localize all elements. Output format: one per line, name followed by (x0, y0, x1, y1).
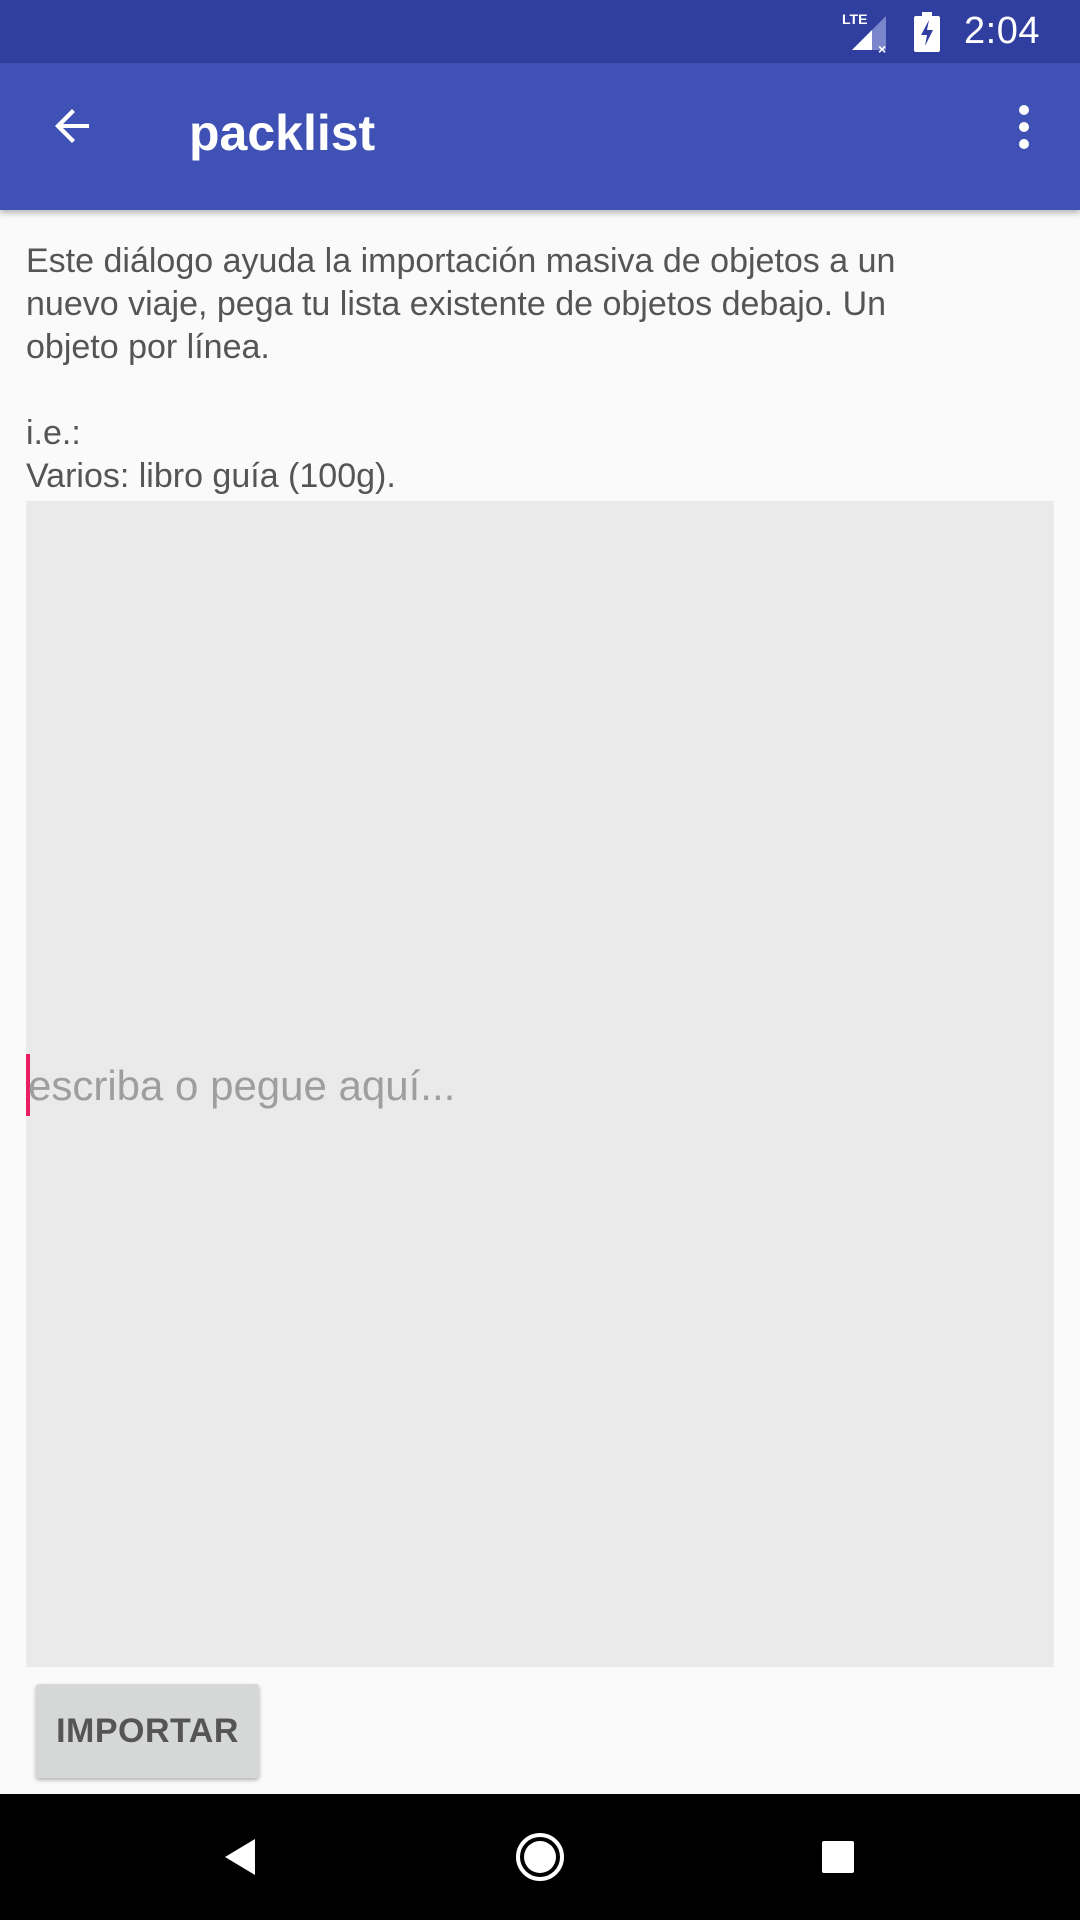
import-instructions: Este diálogo ayuda la importación masiva… (26, 242, 896, 495)
import-text-area[interactable]: escriba o pegue aquí... (26, 501, 1054, 1667)
nav-recents-icon[interactable] (802, 1821, 874, 1893)
app-title: packlist (189, 105, 376, 161)
more-vert-icon[interactable] (984, 87, 1064, 167)
status-bar: LTE × 2:04 (0, 0, 1080, 63)
back-arrow-icon[interactable] (40, 93, 106, 159)
app-bar: packlist (0, 63, 1080, 210)
nav-back-icon[interactable] (205, 1821, 277, 1893)
input-placeholder: escriba o pegue aquí... (28, 1062, 456, 1109)
clock-time: 2:04 (964, 10, 1040, 52)
nav-home-icon[interactable] (504, 1821, 576, 1893)
network-type-label: LTE (842, 11, 867, 27)
navigation-bar (0, 1794, 1080, 1920)
battery-charging-icon (914, 11, 941, 52)
lte-signal-icon: LTE × (842, 10, 894, 57)
svg-text:×: × (878, 41, 886, 54)
import-button[interactable]: IMPORTAR (36, 1684, 259, 1778)
